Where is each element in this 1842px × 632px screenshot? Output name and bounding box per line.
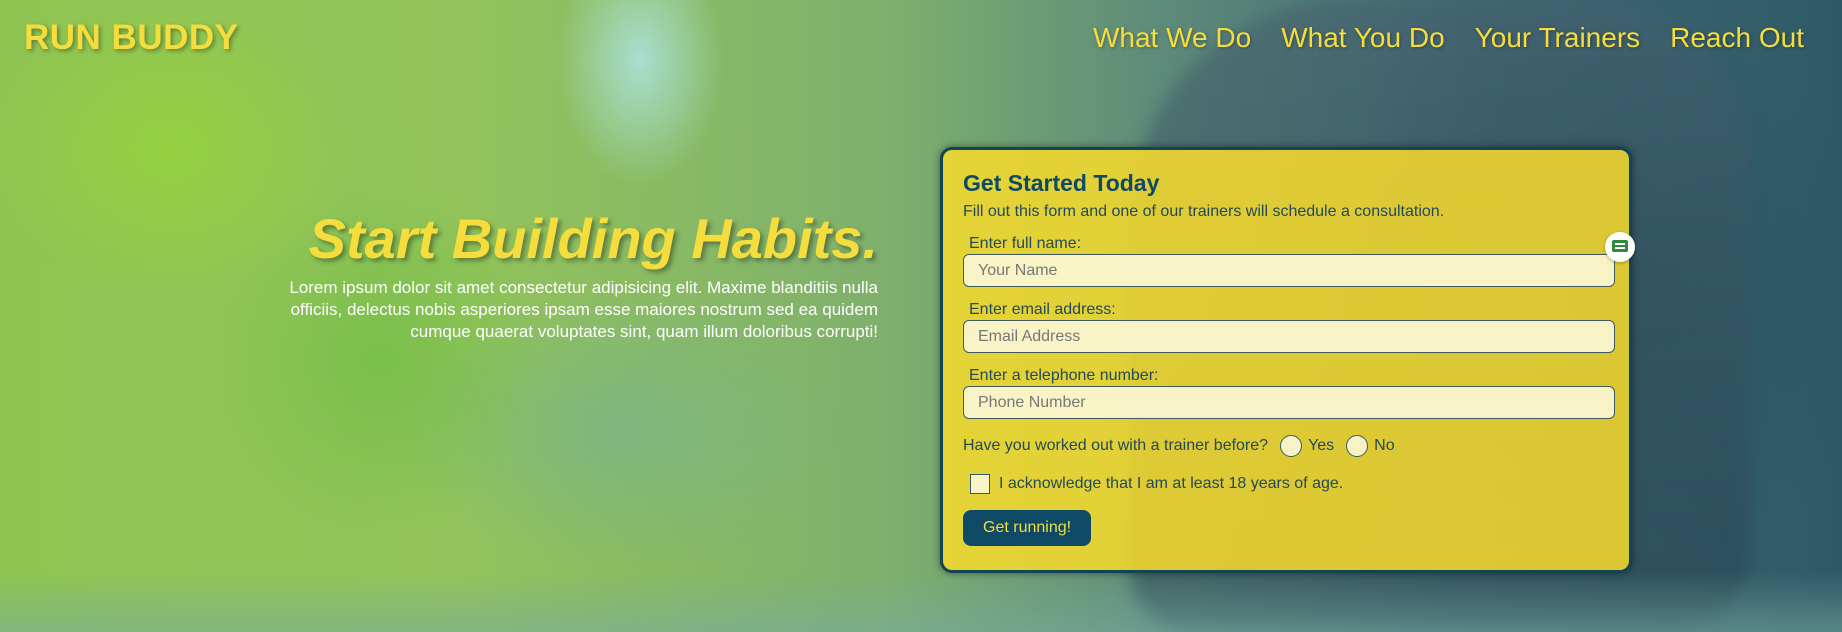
hero-section: Start Building Habits. Lorem ipsum dolor… bbox=[238, 207, 878, 343]
phone-label: Enter a telephone number: bbox=[969, 367, 1159, 384]
page: RUN BUDDY What We Do What You Do Your Tr… bbox=[0, 0, 1842, 632]
name-label: Enter full name: bbox=[969, 235, 1082, 252]
trainer-yes-label: Yes bbox=[1308, 437, 1335, 454]
phone-input[interactable] bbox=[963, 386, 1615, 419]
trainer-no-radio[interactable] bbox=[1346, 435, 1369, 457]
name-input[interactable] bbox=[963, 254, 1615, 287]
trainer-question-row: Have you worked out with a trainer befor… bbox=[963, 435, 1609, 457]
nav-link-what-we-do[interactable]: What We Do bbox=[1093, 22, 1251, 54]
form-helper-icon-glyph bbox=[1612, 240, 1628, 252]
age-ack-label: I acknowledge that I am at least 18 year… bbox=[999, 475, 1344, 492]
trainer-no-label: No bbox=[1374, 437, 1395, 454]
main-nav: What We Do What You Do Your Trainers Rea… bbox=[1093, 22, 1804, 54]
form-helper-icon[interactable] bbox=[1605, 232, 1635, 262]
email-input[interactable] bbox=[963, 320, 1615, 353]
trainer-question: Have you worked out with a trainer befor… bbox=[963, 437, 1269, 454]
email-label: Enter email address: bbox=[969, 301, 1116, 318]
brand-logo[interactable]: RUN BUDDY bbox=[24, 18, 239, 58]
age-ack-row: I acknowledge that I am at least 18 year… bbox=[970, 474, 1609, 494]
nav-link-your-trainers[interactable]: Your Trainers bbox=[1475, 22, 1641, 54]
signup-form: Get Started Today Fill out this form and… bbox=[940, 147, 1632, 573]
nav-link-what-you-do[interactable]: What You Do bbox=[1281, 22, 1444, 54]
hero-body: Lorem ipsum dolor sit amet consectetur a… bbox=[289, 277, 878, 341]
age-ack-checkbox[interactable] bbox=[970, 474, 990, 494]
nav-link-reach-out[interactable]: Reach Out bbox=[1670, 22, 1804, 54]
get-running-button[interactable]: Get running! bbox=[963, 510, 1092, 546]
trainer-yes-radio[interactable] bbox=[1280, 435, 1303, 457]
form-subtitle: Fill out this form and one of our traine… bbox=[963, 203, 1445, 220]
background-road bbox=[0, 572, 1842, 632]
hero-title: Start Building Habits. bbox=[308, 207, 878, 270]
form-title: Get Started Today bbox=[963, 170, 1160, 196]
